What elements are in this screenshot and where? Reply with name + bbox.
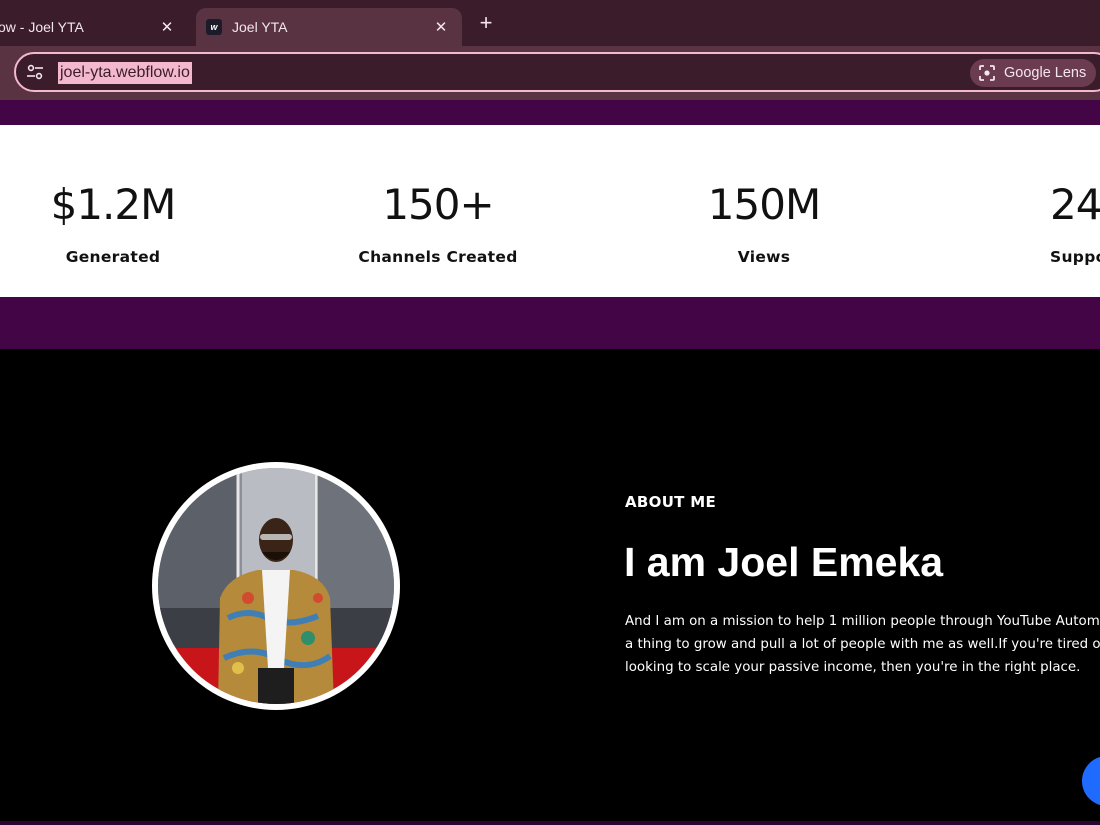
stat-value: 24 xyxy=(1050,180,1100,229)
google-lens-icon xyxy=(979,65,995,81)
stat-channels: 150+ Channels Created xyxy=(328,180,548,267)
address-bar[interactable]: joel-yta.webflow.io Google Lens xyxy=(14,52,1100,92)
stat-label: Suppo xyxy=(1050,248,1100,266)
about-section: ABOUT ME I am Joel Emeka And I am on a m… xyxy=(0,349,1100,825)
stat-support: 24 Suppo xyxy=(1050,180,1100,267)
stat-label: Generated xyxy=(65,248,161,266)
chat-widget-button[interactable] xyxy=(1082,756,1100,806)
about-line: a thing to grow and pull a lot of people… xyxy=(625,637,1100,652)
about-line: looking to scale your passive income, th… xyxy=(625,660,1081,675)
stat-label: Channels Created xyxy=(358,248,518,266)
tune-icon[interactable] xyxy=(26,64,44,80)
browser-tab-inactive[interactable]: ow - Joel YTA ✕ xyxy=(0,8,188,46)
stat-value: 150M xyxy=(707,180,821,229)
google-lens-button[interactable]: Google Lens xyxy=(970,59,1096,87)
stat-label: Views xyxy=(737,248,791,266)
url-text[interactable]: joel-yta.webflow.io xyxy=(58,62,192,84)
close-icon[interactable]: ✕ xyxy=(430,16,452,38)
close-icon[interactable]: ✕ xyxy=(156,16,178,38)
tab-title: ow - Joel YTA xyxy=(0,19,84,35)
google-lens-label: Google Lens xyxy=(1004,65,1087,81)
browser-tab-bar: ow - Joel YTA ✕ w Joel YTA ✕ + xyxy=(0,0,1100,46)
browser-tab-active[interactable]: w Joel YTA ✕ xyxy=(196,8,462,46)
stat-value: 150+ xyxy=(382,180,494,229)
profile-photo xyxy=(158,468,394,704)
about-kicker: ABOUT ME xyxy=(625,493,717,511)
tab-title: Joel YTA xyxy=(232,19,288,35)
browser-toolbar: joel-yta.webflow.io Google Lens xyxy=(0,46,1100,100)
stat-views: 150M Views xyxy=(654,180,874,267)
about-description: And I am on a mission to help 1 million … xyxy=(625,610,1100,679)
plus-icon[interactable]: + xyxy=(474,10,498,35)
stat-value: $1.2M xyxy=(50,180,177,229)
purple-band xyxy=(0,100,1100,125)
purple-band xyxy=(0,297,1100,349)
about-line: And I am on a mission to help 1 million … xyxy=(625,614,1100,629)
profile-photo-frame xyxy=(152,462,400,710)
webflow-favicon-icon: w xyxy=(206,19,222,35)
section-divider xyxy=(0,821,1100,825)
about-title: I am Joel Emeka xyxy=(624,539,944,585)
stats-section: $1.2M Generated 150+ Channels Created 15… xyxy=(0,125,1100,297)
stat-generated: $1.2M Generated xyxy=(3,180,223,267)
